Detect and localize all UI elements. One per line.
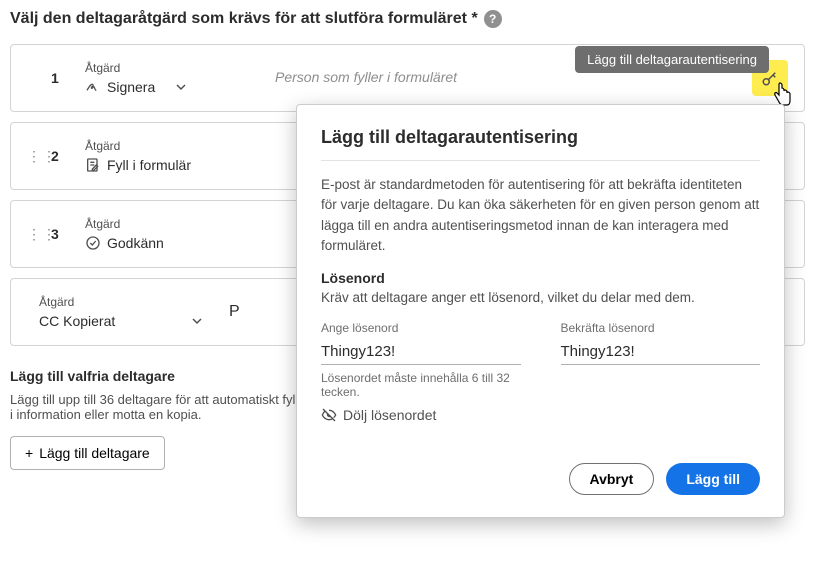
optional-desc: Lägg till upp till 36 deltagare för att … — [10, 392, 310, 422]
row-number: 2 — [51, 148, 85, 164]
chevron-down-icon — [175, 81, 187, 93]
action-value: CC Kopierat — [39, 313, 115, 329]
hide-password-toggle[interactable]: Dölj lösenordet — [321, 407, 521, 423]
add-participant-button[interactable]: + Lägg till deltagare — [10, 436, 165, 470]
drag-handle[interactable]: ⋮⋮ — [27, 148, 39, 165]
help-icon[interactable]: ? — [484, 10, 502, 28]
add-participant-label: Lägg till deltagare — [39, 445, 150, 461]
auth-tooltip: Lägg till deltagarautentisering — [575, 46, 769, 73]
divider — [321, 160, 760, 161]
eye-off-icon — [321, 407, 337, 423]
action-label: Åtgärd — [85, 217, 255, 231]
page-title: Välj den deltagaråtgärd som krävs för at… — [10, 10, 805, 28]
action-value: Godkänn — [107, 235, 164, 251]
submit-button[interactable]: Lägg till — [666, 463, 760, 495]
action-value: Signera — [107, 79, 155, 95]
popover-desc: E-post är standardmetoden för autentiser… — [321, 175, 760, 256]
plus-icon: + — [25, 445, 33, 461]
password-label: Ange lösenord — [321, 321, 521, 335]
action-label: Åtgärd — [85, 139, 255, 153]
action-label: Åtgärd — [39, 295, 209, 309]
hide-password-label: Dölj lösenordet — [343, 407, 436, 423]
title-text: Välj den deltagaråtgärd som krävs för at… — [10, 10, 478, 28]
cancel-button[interactable]: Avbryt — [569, 463, 655, 495]
confirm-password-input[interactable]: Thingy123! — [561, 339, 761, 365]
drag-handle[interactable]: ⋮⋮ — [27, 226, 39, 243]
sign-icon — [85, 79, 101, 95]
action-select[interactable]: Fyll i formulär — [85, 157, 255, 173]
confirm-password-label: Bekräfta lösenord — [561, 321, 761, 335]
action-select[interactable]: CC Kopierat — [39, 313, 209, 329]
password-desc: Kräv att deltagare anger ett lösenord, v… — [321, 290, 760, 305]
password-input[interactable]: Thingy123! — [321, 339, 521, 365]
action-select[interactable]: Signera — [85, 79, 255, 95]
approve-icon — [85, 235, 101, 251]
recipient-placeholder[interactable]: Person som fyller i formuläret — [275, 69, 457, 85]
action-label: Åtgärd — [85, 61, 255, 75]
chevron-down-icon — [191, 315, 203, 327]
password-heading: Lösenord — [321, 270, 760, 286]
cc-placeholder[interactable]: P — [229, 303, 240, 320]
popover-title: Lägg till deltagarautentisering — [321, 127, 760, 148]
action-value: Fyll i formulär — [107, 157, 191, 173]
form-fill-icon — [85, 157, 101, 173]
row-number: 3 — [51, 226, 85, 242]
auth-popover: Lägg till deltagarautentisering E-post ä… — [296, 104, 785, 518]
action-select[interactable]: Godkänn — [85, 235, 255, 251]
password-hint: Lösenordet måste innehålla 6 till 32 tec… — [321, 371, 521, 399]
row-number: 1 — [51, 70, 85, 86]
